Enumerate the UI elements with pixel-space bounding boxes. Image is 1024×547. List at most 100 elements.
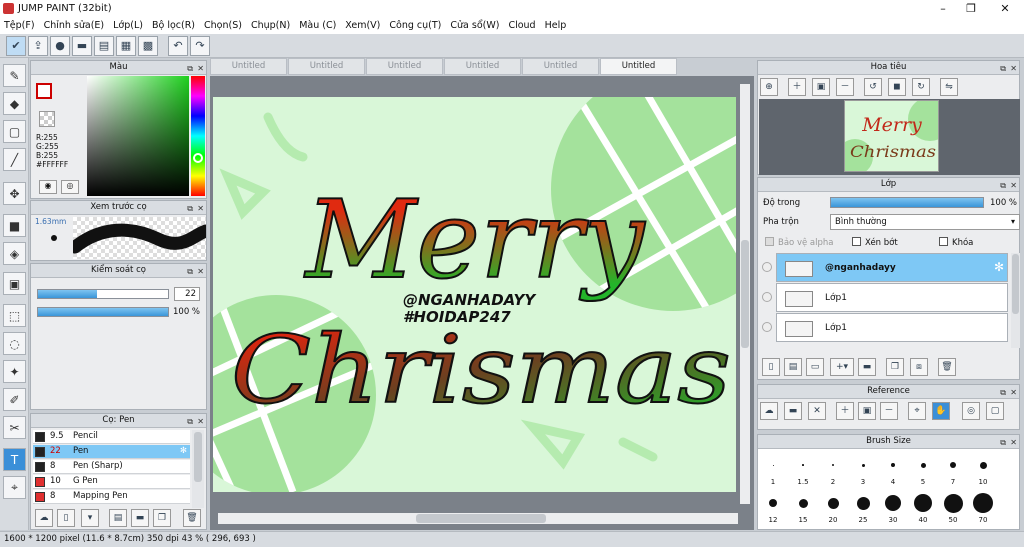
layer-row[interactable]: Lớp1 bbox=[776, 313, 1008, 342]
brush-size-dot[interactable] bbox=[891, 463, 895, 467]
brush-size-dot[interactable] bbox=[973, 493, 993, 513]
close-icon[interactable]: ✕ bbox=[1010, 386, 1017, 399]
line-tool-icon[interactable]: ╱ bbox=[3, 148, 26, 171]
document-tab[interactable]: Untitled bbox=[366, 58, 443, 75]
brush-size-dot[interactable] bbox=[798, 498, 808, 508]
duplicate-icon[interactable]: ❐ bbox=[153, 509, 171, 527]
zoom-fit-icon[interactable]: ⊕ bbox=[760, 78, 778, 96]
menu-filter[interactable]: Bộ lọc(R) bbox=[152, 20, 195, 31]
add-layer-dropdown-icon[interactable]: +▾ bbox=[830, 358, 854, 376]
menu-view[interactable]: Xem(V) bbox=[345, 20, 380, 31]
lasso-tool-icon[interactable]: ◌ bbox=[3, 332, 26, 355]
text-tool-icon[interactable]: T bbox=[3, 448, 26, 471]
color-palette-icon[interactable]: ◉ bbox=[39, 180, 57, 194]
menu-capture[interactable]: Chụp(N) bbox=[251, 20, 290, 31]
close-icon[interactable]: ✕ bbox=[1010, 179, 1017, 192]
ref-eyedropper-icon[interactable]: ⌖ bbox=[908, 402, 926, 420]
size-slider[interactable] bbox=[37, 289, 169, 299]
cloud-icon[interactable]: ☁ bbox=[760, 402, 778, 420]
trash-icon[interactable]: 🗑 bbox=[183, 509, 201, 527]
brush-size-dot[interactable] bbox=[885, 495, 901, 511]
document-tab[interactable]: Untitled bbox=[600, 58, 677, 75]
drawing-canvas[interactable]: Merry @NGANHADAYY #HOIDAP247 Chrismas bbox=[213, 97, 736, 492]
menu-select[interactable]: Chọn(S) bbox=[204, 20, 242, 31]
menu-window[interactable]: Cửa sổ(W) bbox=[450, 20, 499, 31]
document-tab[interactable]: Untitled bbox=[210, 58, 287, 75]
brush-item[interactable]: 8 Pen (Sharp) bbox=[33, 460, 190, 474]
brush-size-dot[interactable] bbox=[832, 464, 834, 466]
brush-size-dot[interactable] bbox=[856, 496, 870, 510]
layer-visibility-icon[interactable] bbox=[762, 322, 772, 332]
flip-icon[interactable]: ⇋ bbox=[940, 78, 958, 96]
brush-size-dot[interactable] bbox=[979, 461, 987, 469]
layer-opacity-slider[interactable] bbox=[830, 197, 984, 208]
ref-zoom-in-icon[interactable]: ＋ bbox=[836, 402, 854, 420]
select-tool-icon[interactable]: ⬚ bbox=[3, 304, 26, 327]
layer-folder-icon[interactable]: ▬ bbox=[858, 358, 876, 376]
rotate-right-icon[interactable]: ↻ bbox=[912, 78, 930, 96]
bucket-tool-icon[interactable]: ◈ bbox=[3, 242, 26, 265]
grid-icon[interactable]: ▩ bbox=[138, 35, 158, 56]
close-icon[interactable]: ✕ bbox=[197, 415, 204, 428]
open-folder-icon[interactable]: ▬ bbox=[784, 402, 802, 420]
canvas-horizontal-scrollbar[interactable] bbox=[218, 513, 738, 524]
delete-layer-icon[interactable]: 🗑 bbox=[938, 358, 956, 376]
detach-icon[interactable]: ⧉ bbox=[1000, 436, 1006, 449]
hand-icon[interactable]: ✋ bbox=[932, 402, 950, 420]
lock-checkbox[interactable]: Khóa bbox=[939, 237, 973, 248]
undo-icon[interactable]: ↶ bbox=[168, 35, 188, 56]
vertical-scroll-thumb[interactable] bbox=[741, 240, 749, 348]
brush-size-dot[interactable] bbox=[769, 499, 777, 507]
detach-icon[interactable]: ⧉ bbox=[187, 265, 193, 278]
brush-item[interactable]: 22 Pen ✻ bbox=[33, 445, 190, 459]
close-icon[interactable]: ✕ bbox=[197, 62, 204, 75]
brush-size-dot[interactable] bbox=[914, 494, 932, 512]
close-button[interactable]: ✕ bbox=[990, 0, 1020, 17]
canvas-vertical-scrollbar[interactable] bbox=[740, 84, 750, 504]
zoom-out-icon[interactable]: － bbox=[836, 78, 854, 96]
magic-wand-tool-icon[interactable]: ✦ bbox=[3, 360, 26, 383]
blend-mode-select[interactable]: Bình thường ▾ bbox=[830, 214, 1020, 230]
maximize-button[interactable]: ❐ bbox=[956, 0, 986, 17]
menu-layer[interactable]: Lớp(L) bbox=[113, 20, 143, 31]
brush-tool-icon[interactable]: ✎ bbox=[3, 64, 26, 87]
redo-icon[interactable]: ↷ bbox=[190, 35, 210, 56]
checkmark-icon[interactable]: ✔ bbox=[6, 35, 26, 56]
brush-settings-icon[interactable]: ▤ bbox=[109, 509, 127, 527]
duplicate-layer-icon[interactable]: ❐ bbox=[886, 358, 904, 376]
merge-layer-icon[interactable]: ⧈ bbox=[910, 358, 928, 376]
brush-size-dot[interactable] bbox=[861, 463, 865, 467]
cloud-download-icon[interactable]: ☁ bbox=[35, 509, 53, 527]
brush-item[interactable]: 10 G Pen bbox=[33, 475, 190, 489]
speech-bubble-icon[interactable]: ● bbox=[50, 35, 70, 56]
new-raster-layer-icon[interactable]: ▤ bbox=[784, 358, 802, 376]
layout-icon[interactable]: ▦ bbox=[116, 35, 136, 56]
color-picker-icon[interactable]: ◎ bbox=[61, 180, 79, 194]
navigator-thumbnail[interactable]: Merry Chrismas bbox=[844, 100, 939, 172]
eyedropper-tool-icon[interactable]: ⌖ bbox=[3, 476, 26, 499]
menu-edit[interactable]: Chỉnh sửa(E) bbox=[44, 20, 105, 31]
brush-size-dot[interactable] bbox=[772, 464, 774, 466]
saturation-value-picker[interactable] bbox=[87, 76, 189, 196]
page-icon[interactable]: ▤ bbox=[94, 35, 114, 56]
folder-icon[interactable]: ▬ bbox=[131, 509, 149, 527]
ref-frame-icon[interactable]: ▢ bbox=[986, 402, 1004, 420]
brush-size-dot[interactable] bbox=[950, 462, 956, 468]
brush-item[interactable]: 9.5 Pencil bbox=[33, 430, 190, 444]
new-brush-icon[interactable]: ▯ bbox=[57, 509, 75, 527]
layer-list-scrollbar[interactable] bbox=[1011, 253, 1020, 348]
detach-icon[interactable]: ⧉ bbox=[187, 202, 193, 215]
foreground-color-swatch[interactable] bbox=[36, 83, 52, 99]
export-icon[interactable]: ⇪ bbox=[28, 35, 48, 56]
rotate-left-icon[interactable]: ↺ bbox=[864, 78, 882, 96]
brush-size-dot[interactable] bbox=[943, 493, 963, 513]
horizontal-scroll-thumb[interactable] bbox=[416, 514, 546, 523]
brush-size-dot[interactable] bbox=[802, 464, 804, 466]
menu-cloud[interactable]: Cloud bbox=[508, 20, 535, 31]
rect-select-tool-icon[interactable]: ▢ bbox=[3, 120, 26, 143]
close-icon[interactable]: ✕ bbox=[197, 202, 204, 215]
layer-scroll-thumb[interactable] bbox=[1012, 254, 1019, 314]
detach-icon[interactable]: ⧉ bbox=[1000, 62, 1006, 75]
new-layer-icon[interactable]: ▯ bbox=[762, 358, 780, 376]
detach-icon[interactable]: ⧉ bbox=[187, 415, 193, 428]
